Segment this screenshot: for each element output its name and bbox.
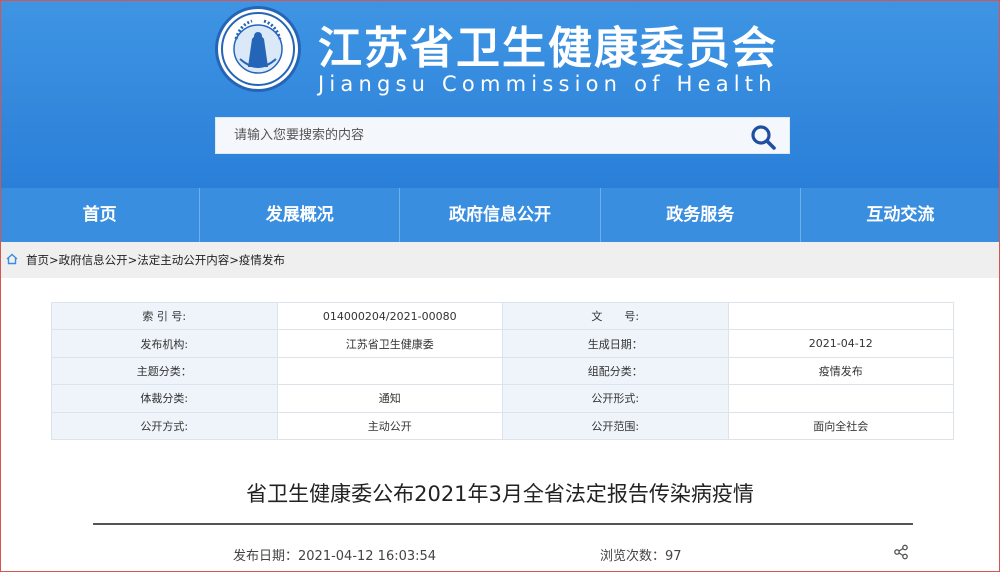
table-row: 索 引 号: 014000204/2021-00080 文 号: <box>51 301 954 331</box>
nav-item-gov-info[interactable]: 政府信息公开 <box>400 188 601 242</box>
nav-item-home[interactable]: 首页 <box>0 188 201 242</box>
breadcrumb: 首页>政府信息公开>法定主动公开内容>疫情发布 <box>0 242 1000 278</box>
nav-item-interaction[interactable]: 互动交流 <box>801 188 1000 242</box>
table-row: 公开方式: 主动公开 公开范围: 面向全社会 <box>51 411 954 440</box>
metadata-table: 索 引 号: 014000204/2021-00080 文 号: 发布机构: 江… <box>51 301 954 440</box>
title-divider <box>93 523 913 525</box>
meta-key-created: 生成日期： <box>502 329 729 358</box>
nav-item-development[interactable]: 发展概况 <box>200 188 401 242</box>
table-row: 主题分类： 组配分类： 疫情发布 <box>51 356 954 386</box>
meta-key-docno: 文 号: <box>502 301 729 331</box>
meta-value-docno <box>727 301 954 331</box>
breadcrumb-epidemic[interactable]: 疫情发布 <box>239 253 285 267</box>
site-title: 江苏省卫生健康委员会 <box>318 23 778 74</box>
main-nav: 首页 发展概况 政府信息公开 政务服务 互动交流 <box>0 188 1000 242</box>
meta-value-publisher: 江苏省卫生健康委 <box>276 329 503 358</box>
meta-value-index: 014000204/2021-00080 <box>276 301 503 331</box>
table-row: 体裁分类: 通知 公开形式: <box>51 384 954 413</box>
meta-key-form: 公开形式: <box>502 384 729 413</box>
meta-key-scope: 公开范围: <box>502 411 729 440</box>
site-header: 江苏省卫生健康委员会 Jiangsu Commission of Health <box>0 0 1000 188</box>
search-icon[interactable] <box>749 123 777 151</box>
meta-key-method: 公开方式: <box>51 411 278 440</box>
meta-value-created: 2021-04-12 <box>727 329 954 358</box>
breadcrumb-gov-info[interactable]: 政府信息公开> <box>59 253 138 267</box>
breadcrumb-legal-content[interactable]: 法定主动公开内容> <box>137 253 239 267</box>
emblem-icon <box>221 12 295 86</box>
meta-key-category: 组配分类： <box>502 356 729 386</box>
search-bar <box>215 117 790 154</box>
meta-value-form <box>727 384 954 413</box>
table-row: 发布机构: 江苏省卫生健康委 生成日期： 2021-04-12 <box>51 329 954 358</box>
home-icon <box>6 253 18 265</box>
search-input[interactable] <box>216 118 736 153</box>
meta-value-method: 主动公开 <box>276 411 503 440</box>
meta-key-publisher: 发布机构: <box>51 329 278 358</box>
meta-value-category: 疫情发布 <box>727 356 954 386</box>
article-title: 省卫生健康委公布2021年3月全省法定报告传染病疫情 <box>246 482 754 506</box>
publish-date: 发布日期：2021-04-12 16:03:54 <box>233 549 437 564</box>
nav-item-services[interactable]: 政务服务 <box>601 188 801 242</box>
emblem-logo[interactable] <box>215 6 301 92</box>
meta-key-genre: 体裁分类: <box>51 384 278 413</box>
share-icon[interactable] <box>893 544 909 560</box>
meta-value-genre: 通知 <box>276 384 503 413</box>
meta-key-topic: 主题分类： <box>51 356 278 386</box>
site-title-en: Jiangsu Commission of Health <box>318 72 777 96</box>
meta-value-scope: 面向全社会 <box>727 411 954 440</box>
meta-key-index: 索 引 号: <box>51 301 278 331</box>
meta-value-topic <box>276 356 503 386</box>
view-count: 浏览次数：97 <box>600 549 682 564</box>
breadcrumb-home[interactable]: 首页> <box>26 253 59 267</box>
